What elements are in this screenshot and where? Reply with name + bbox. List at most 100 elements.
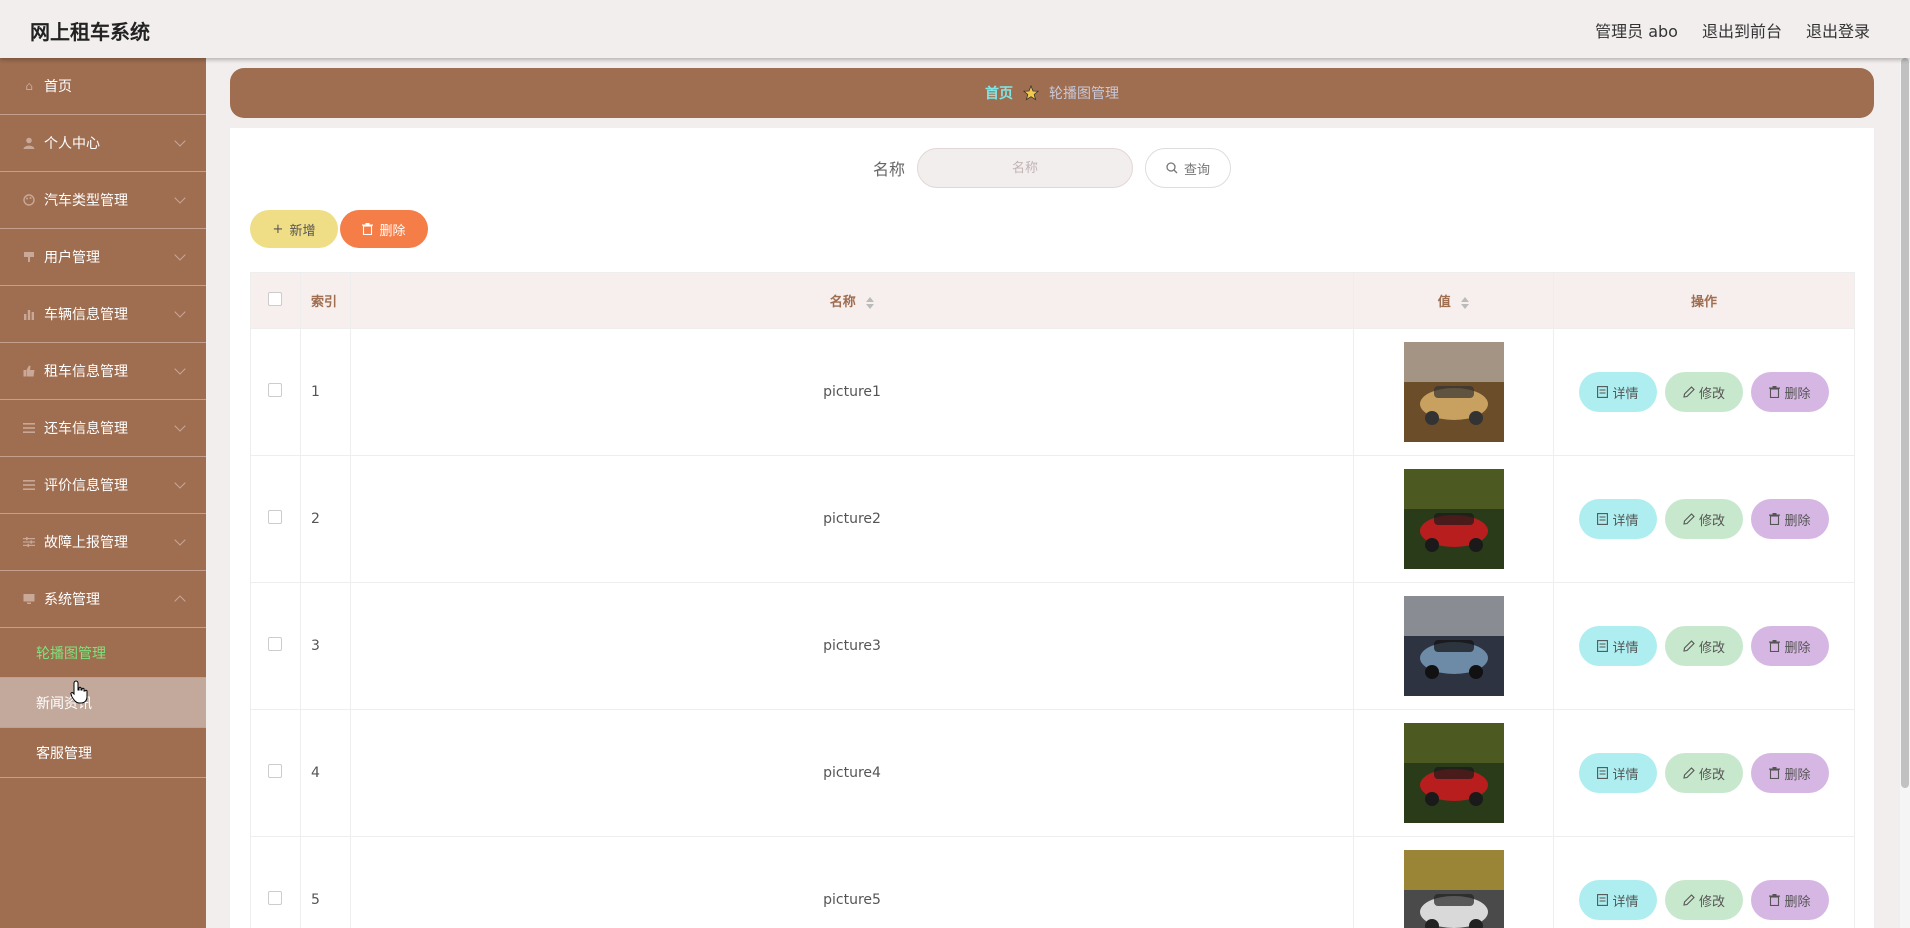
row-ops-cell: 详情 修改 删除 [1553, 328, 1855, 456]
sidebar-item-car-type[interactable]: 汽车类型管理 [0, 172, 206, 229]
delete-button[interactable]: 删除 [1751, 626, 1829, 666]
search-button[interactable]: 查询 [1145, 148, 1232, 188]
bar-chart-icon [22, 307, 36, 321]
sidebar-item-return-info[interactable]: 还车信息管理 [0, 400, 206, 457]
search-input[interactable] [917, 148, 1133, 188]
table-row: 3 picture3 详情 修改 删除 [250, 582, 1855, 710]
sidebar: ⌂ 首页 个人中心 汽车类型管理 用户管理 车辆信息管理 租车信息管理 还车信息… [0, 58, 206, 928]
row-value-cell [1353, 328, 1555, 456]
edit-button[interactable]: 修改 [1665, 880, 1743, 920]
row-value-cell [1353, 582, 1555, 710]
row-name: picture4 [349, 709, 1355, 837]
delete-button-label: 删除 [1784, 894, 1811, 910]
delete-button[interactable]: 删除 [1751, 499, 1829, 539]
search-button-label: 查询 [1184, 162, 1211, 178]
edit-button[interactable]: 修改 [1665, 626, 1743, 666]
row-ops: 详情 修改 删除 [1554, 880, 1854, 920]
edit-button-label: 修改 [1698, 513, 1725, 529]
batch-delete-label: 删除 [379, 223, 406, 239]
edit-button-label: 修改 [1698, 386, 1725, 402]
search-icon [1166, 162, 1178, 174]
pencil-icon [1683, 513, 1695, 525]
exit-to-front-link[interactable]: 退出到前台 [1702, 18, 1782, 42]
sort-icon[interactable] [1461, 296, 1470, 309]
detail-button[interactable]: 详情 [1579, 880, 1657, 920]
trash-icon [1769, 894, 1781, 906]
detail-button[interactable]: 详情 [1579, 372, 1657, 412]
delete-button[interactable]: 删除 [1751, 753, 1829, 793]
pencil-icon [1683, 767, 1695, 779]
delete-button[interactable]: 删除 [1751, 372, 1829, 412]
document-icon [1597, 513, 1609, 525]
sidebar-item-review-info[interactable]: 评价信息管理 [0, 457, 206, 514]
delete-button-label: 删除 [1784, 640, 1811, 656]
edit-button[interactable]: 修改 [1665, 372, 1743, 412]
header-name[interactable]: 名称 [349, 272, 1355, 329]
sidebar-item-fault-report[interactable]: 故障上报管理 [0, 514, 206, 571]
row-ops-cell: 详情 修改 删除 [1553, 836, 1855, 928]
admin-label: 管理员 abo [1595, 22, 1678, 41]
breadcrumb-home[interactable]: 首页 [985, 83, 1013, 103]
document-icon [1597, 767, 1609, 779]
star-icon [1023, 85, 1039, 101]
sidebar-item-label: 还车信息管理 [44, 421, 128, 437]
detail-button-label: 详情 [1612, 386, 1639, 402]
sidebar-subitem-news[interactable]: 新闻资讯 [0, 678, 206, 728]
row-checkbox[interactable] [268, 383, 283, 397]
add-button[interactable]: + 新增 [250, 210, 338, 248]
edit-button[interactable]: 修改 [1665, 753, 1743, 793]
top-header: 网上租车系统 管理员 abo 退出到前台 退出登录 [0, 0, 1910, 58]
header-ops: 操作 [1553, 272, 1855, 329]
car-thumbnail-image[interactable] [1403, 596, 1504, 696]
row-value-cell [1353, 455, 1555, 583]
delete-button[interactable]: 删除 [1751, 880, 1829, 920]
scrollbar-thumb[interactable] [1901, 58, 1909, 788]
detail-button[interactable]: 详情 [1579, 626, 1657, 666]
header-value[interactable]: 值 [1353, 272, 1555, 329]
sidebar-item-system[interactable]: 系统管理 [0, 571, 206, 628]
sidebar-item-rental-info[interactable]: 租车信息管理 [0, 343, 206, 400]
row-ops: 详情 修改 删除 [1554, 499, 1854, 539]
sort-icon[interactable] [866, 296, 875, 309]
row-name: picture5 [349, 836, 1355, 928]
row-checkbox[interactable] [268, 637, 283, 651]
row-ops: 详情 修改 删除 [1554, 626, 1854, 666]
row-ops: 详情 修改 删除 [1554, 753, 1854, 793]
row-index: 2 [299, 455, 351, 583]
brush-icon [22, 250, 36, 264]
row-name: picture1 [349, 328, 1355, 456]
row-checkbox[interactable] [268, 764, 283, 778]
row-ops-cell: 详情 修改 删除 [1553, 709, 1855, 837]
sidebar-item-users[interactable]: 用户管理 [0, 229, 206, 286]
chevron-down-icon [174, 534, 186, 546]
select-all-checkbox[interactable] [268, 291, 283, 306]
sidebar-subitem-customer-service[interactable]: 客服管理 [0, 728, 206, 778]
pencil-icon [1683, 386, 1695, 398]
detail-button-label: 详情 [1612, 513, 1639, 529]
car-thumbnail-image[interactable] [1403, 342, 1504, 442]
row-checkbox[interactable] [268, 891, 283, 905]
car-thumbnail-image[interactable] [1403, 850, 1504, 928]
sidebar-subitem-carousel[interactable]: 轮播图管理 [0, 628, 206, 678]
batch-delete-button[interactable]: 删除 [340, 210, 428, 248]
list-icon [22, 478, 36, 492]
page-scrollbar[interactable] [1900, 58, 1910, 928]
trash-icon [1769, 640, 1781, 652]
row-ops-cell: 详情 修改 删除 [1553, 582, 1855, 710]
sidebar-item-vehicle-info[interactable]: 车辆信息管理 [0, 286, 206, 343]
car-thumbnail-image[interactable] [1403, 723, 1504, 823]
table-row: 5 picture5 详情 修改 删除 [250, 836, 1855, 928]
search-label: 名称 [872, 160, 905, 179]
edit-button-label: 修改 [1698, 767, 1725, 783]
logout-link[interactable]: 退出登录 [1806, 18, 1870, 42]
car-thumbnail-image[interactable] [1403, 469, 1504, 569]
detail-button[interactable]: 详情 [1579, 499, 1657, 539]
edit-button[interactable]: 修改 [1665, 499, 1743, 539]
detail-button[interactable]: 详情 [1579, 753, 1657, 793]
row-name: picture2 [349, 455, 1355, 583]
chevron-down-icon [174, 420, 186, 432]
sidebar-item-home[interactable]: ⌂ 首页 [0, 58, 206, 115]
row-checkbox[interactable] [268, 510, 283, 524]
sidebar-item-profile[interactable]: 个人中心 [0, 115, 206, 172]
sidebar-item-label: 汽车类型管理 [44, 193, 128, 209]
